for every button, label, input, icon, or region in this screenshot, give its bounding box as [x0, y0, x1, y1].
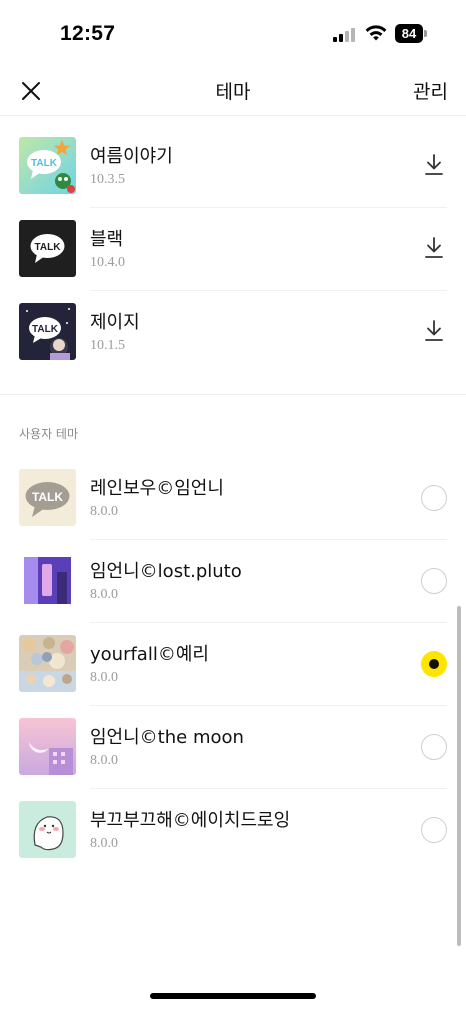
- user-theme-row-rainbow[interactable]: TALK 레인보우©임언니 8.0.0: [19, 456, 447, 539]
- download-icon[interactable]: [423, 319, 445, 343]
- wifi-icon: [365, 25, 387, 41]
- theme-name: 여름이야기: [90, 146, 173, 167]
- theme-version: 10.3.5: [90, 172, 125, 187]
- svg-text:TALK: TALK: [31, 158, 58, 169]
- download-icon[interactable]: [423, 153, 445, 177]
- battery-icon: 84: [395, 24, 427, 43]
- theme-radio[interactable]: [421, 568, 447, 594]
- user-theme-row-yourfall[interactable]: yourfall©예리 8.0.0: [19, 622, 447, 705]
- theme-version: 10.1.5: [90, 338, 125, 353]
- theme-radio[interactable]: [421, 485, 447, 511]
- theme-version: 8.0.0: [90, 504, 118, 519]
- theme-thumbnail: [19, 635, 76, 692]
- manage-button[interactable]: 관리: [413, 77, 448, 104]
- user-theme-row-shy[interactable]: 부끄부끄해©에이치드로잉 8.0.0: [19, 788, 447, 871]
- theme-version: 8.0.0: [90, 753, 118, 768]
- theme-name: 임언니©the moon: [90, 727, 244, 748]
- theme-version: 8.0.0: [90, 670, 118, 685]
- theme-thumbnail: [19, 801, 76, 858]
- scrollbar[interactable]: [457, 606, 461, 946]
- svg-text:TALK: TALK: [32, 324, 59, 335]
- home-indicator[interactable]: [150, 993, 316, 999]
- status-bar: 12:57 84: [0, 0, 466, 66]
- section-divider: [0, 394, 466, 395]
- nav-bar: 테마 관리: [0, 66, 466, 116]
- svg-text:TALK: TALK: [35, 242, 62, 253]
- battery-level: 84: [395, 24, 423, 43]
- download-icon[interactable]: [423, 236, 445, 260]
- theme-version: 8.0.0: [90, 836, 118, 851]
- user-theme-row-the-moon[interactable]: 임언니©the moon 8.0.0: [19, 705, 447, 788]
- theme-name: 부끄부끄해©에이치드로잉: [90, 810, 291, 831]
- theme-radio[interactable]: [421, 734, 447, 760]
- theme-thumbnail: PLUTO: [19, 552, 76, 609]
- theme-name: yourfall©예리: [90, 644, 209, 665]
- section-title-user-themes: 사용자 테마: [19, 427, 79, 441]
- theme-radio[interactable]: [421, 817, 447, 843]
- user-theme-row-lost-pluto[interactable]: PLUTO 임언니©lost.pluto 8.0.0: [19, 539, 447, 622]
- theme-name: 블랙: [90, 229, 124, 250]
- theme-row-summer-story[interactable]: TALK 여름이야기 10.3.5: [19, 124, 447, 207]
- theme-thumbnail: TALK: [19, 303, 76, 360]
- theme-name: 임언니©lost.pluto: [90, 561, 242, 582]
- theme-row-black[interactable]: TALK 블랙 10.4.0: [19, 207, 447, 290]
- theme-thumbnail: [19, 718, 76, 775]
- theme-name: 레인보우©임언니: [90, 478, 224, 499]
- theme-thumbnail: TALK: [19, 137, 76, 194]
- theme-version: 8.0.0: [90, 587, 118, 602]
- theme-thumbnail: TALK: [19, 469, 76, 526]
- theme-radio-selected[interactable]: [421, 651, 447, 677]
- svg-text:TALK: TALK: [32, 490, 63, 504]
- theme-thumbnail: TALK: [19, 220, 76, 277]
- cellular-signal-icon: [333, 28, 357, 42]
- page-title: 테마: [215, 81, 251, 103]
- theme-name: 제이지: [90, 312, 140, 333]
- theme-row-jayz[interactable]: TALK 제이지 10.1.5: [19, 290, 447, 373]
- status-time: 12:57: [60, 22, 116, 45]
- theme-version: 10.4.0: [90, 255, 125, 270]
